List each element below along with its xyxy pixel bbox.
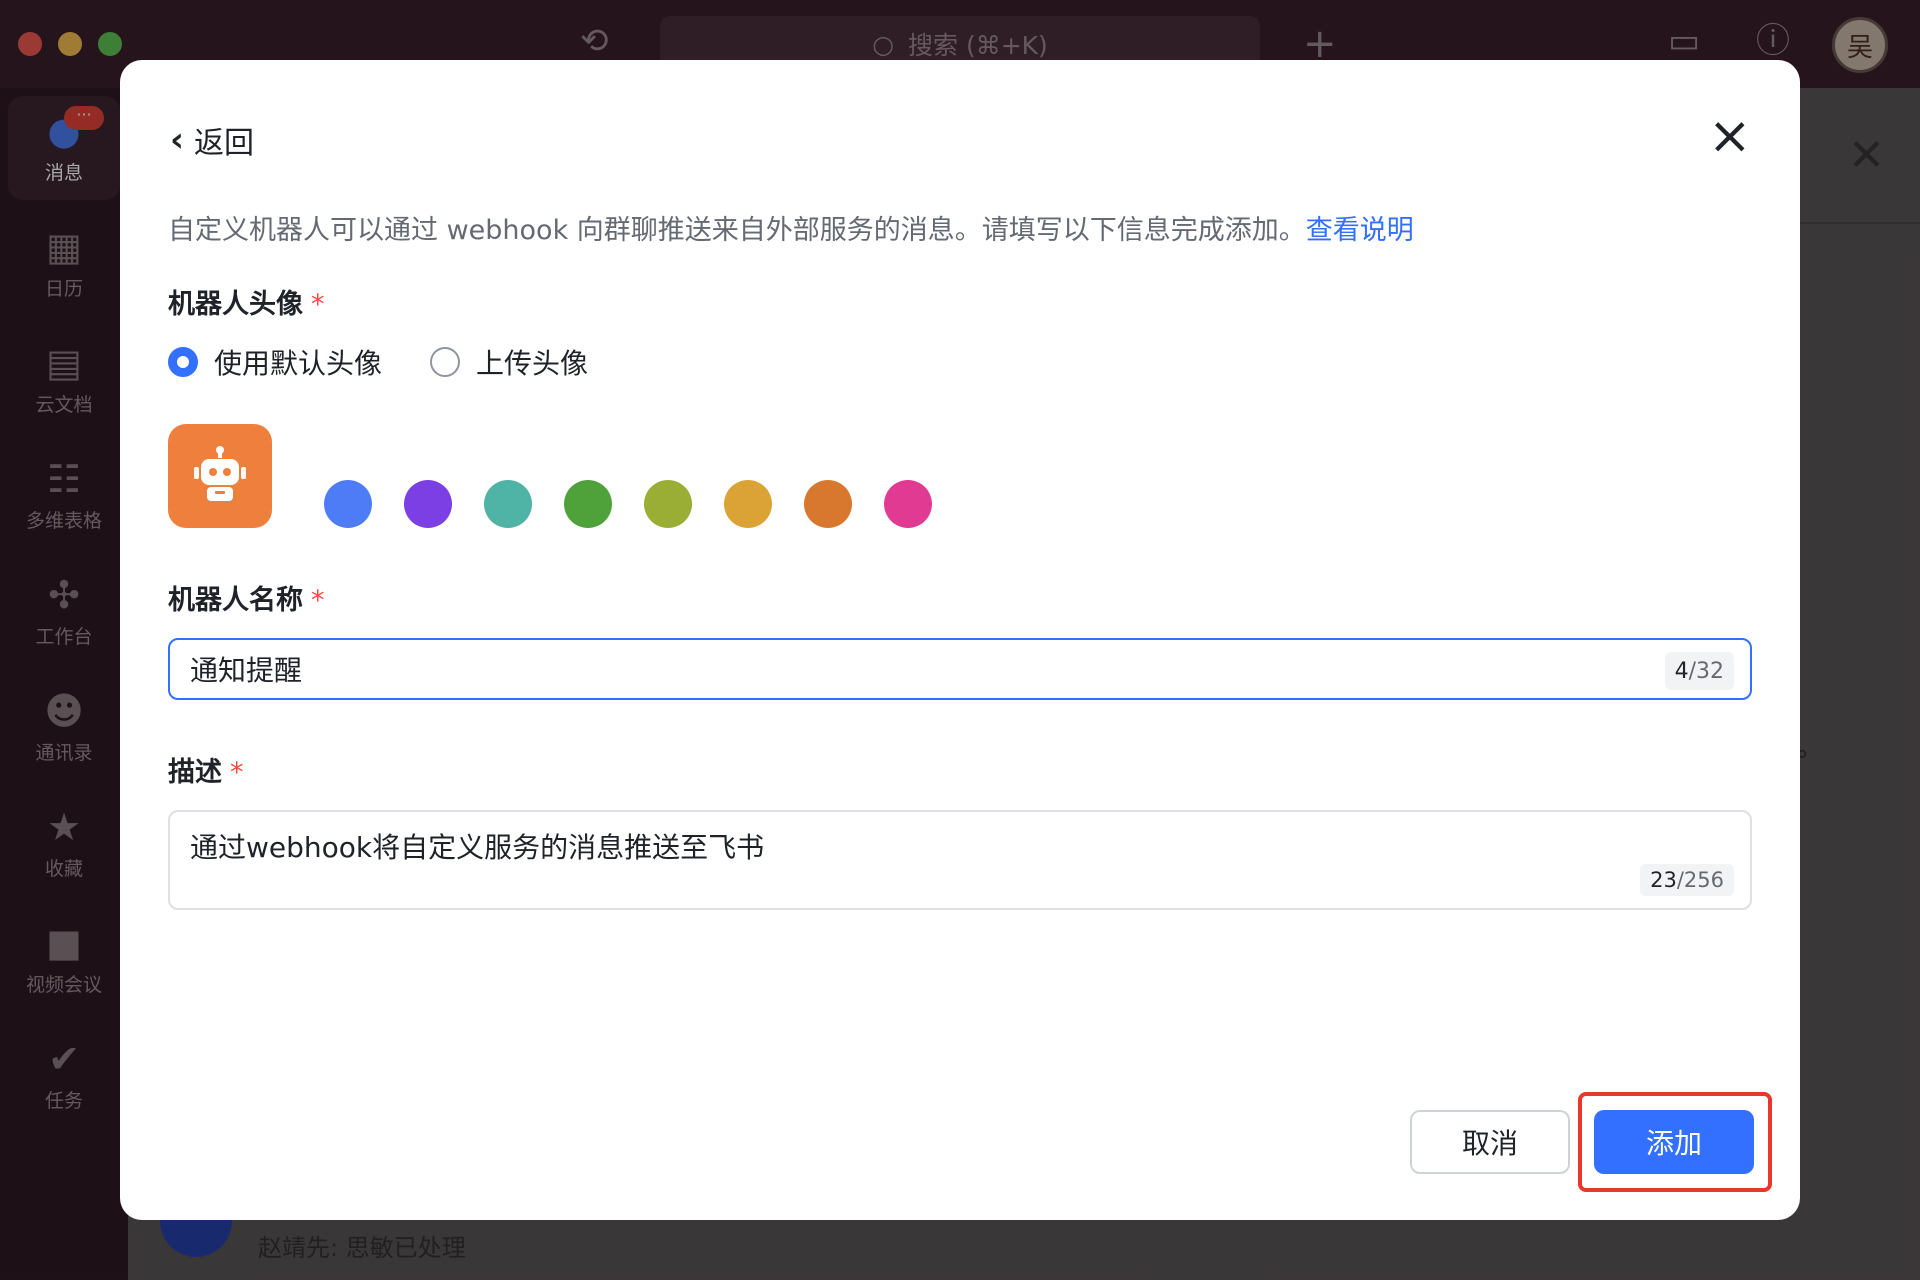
radio-default-avatar[interactable]: 使用默认头像	[168, 342, 382, 382]
intro-text: 自定义机器人可以通过 webhook 向群聊推送来自外部服务的消息。请填写以下信…	[168, 215, 1414, 246]
add-button-highlight	[1578, 1092, 1772, 1192]
avatar-radio-group: 使用默认头像 上传头像	[168, 342, 588, 382]
bot-name-value: 通知提醒	[190, 654, 303, 687]
radio-unselected-icon	[430, 347, 461, 377]
description-textarea[interactable]: 通过webhook将自定义服务的消息推送至飞书 23/256	[168, 810, 1752, 910]
back-label: 返回	[194, 126, 255, 161]
bot-name-input[interactable]: 通知提醒 4/32	[168, 638, 1752, 700]
name-char-counter: 4/32	[1664, 652, 1734, 690]
desc-char-counter: 23/256	[1640, 864, 1734, 896]
color-swatch-7[interactable]	[804, 480, 852, 528]
name-section-label: 机器人名称 *	[168, 585, 325, 616]
color-swatch-8[interactable]	[884, 480, 932, 528]
color-swatch-4[interactable]	[564, 480, 612, 528]
close-icon[interactable]: ×	[1708, 110, 1752, 162]
color-swatch-3[interactable]	[484, 480, 532, 528]
description-value: 通过webhook将自定义服务的消息推送至飞书	[190, 831, 765, 864]
chevron-left-icon: ‹	[170, 120, 185, 160]
avatar-color-swatches	[324, 480, 932, 528]
color-swatch-6[interactable]	[724, 480, 772, 528]
color-swatch-2[interactable]	[404, 480, 452, 528]
avatar-section-label: 机器人头像 *	[168, 289, 325, 320]
add-bot-dialog: ‹ 返回 × 自定义机器人可以通过 webhook 向群聊推送来自外部服务的消息…	[120, 60, 1800, 1220]
back-button[interactable]: ‹ 返回	[170, 118, 254, 162]
help-link[interactable]: 查看说明	[1306, 215, 1414, 246]
radio-upload-avatar[interactable]: 上传头像	[430, 342, 588, 382]
desc-section-label: 描述 *	[168, 757, 244, 788]
cancel-button[interactable]: 取消	[1410, 1110, 1570, 1174]
bot-avatar-preview	[168, 424, 272, 528]
robot-icon	[194, 446, 246, 501]
color-swatch-5[interactable]	[644, 480, 692, 528]
radio-selected-icon	[168, 347, 198, 377]
color-swatch-1[interactable]	[324, 480, 372, 528]
